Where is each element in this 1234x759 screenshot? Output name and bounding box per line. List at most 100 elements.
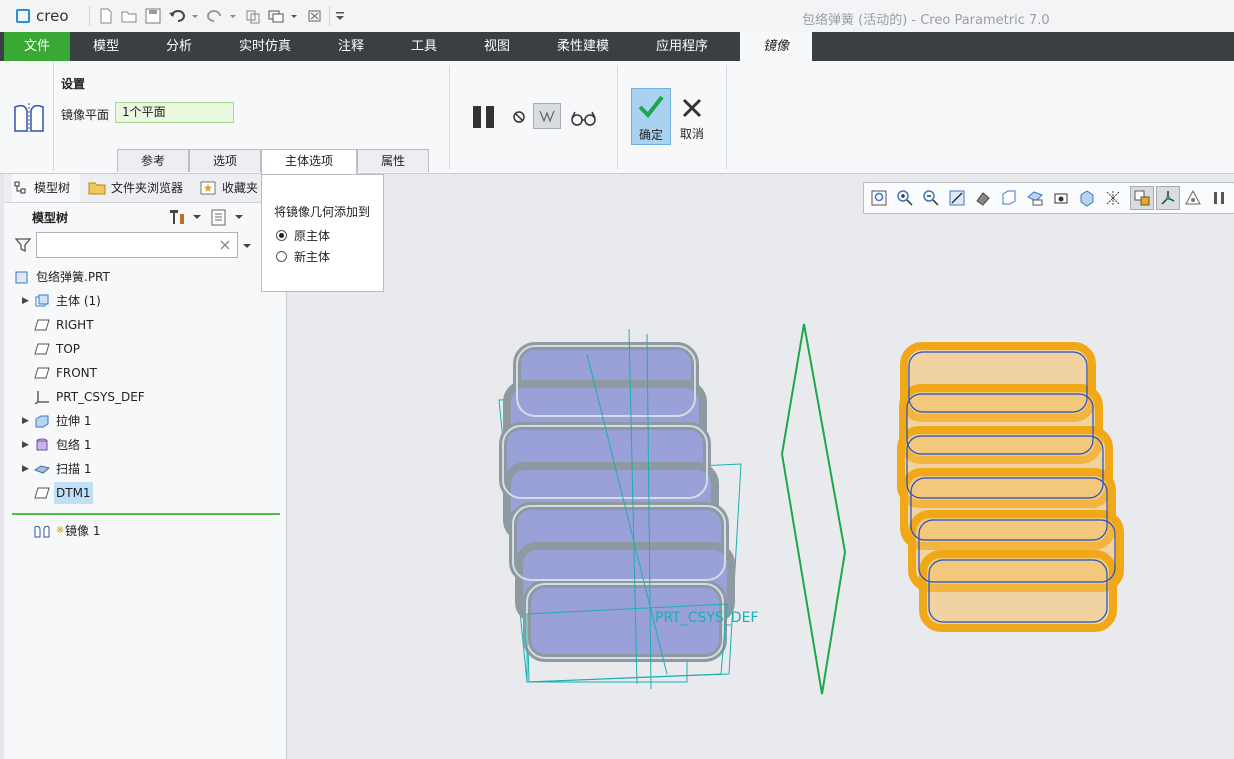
panel-tab-model-tree[interactable]: 模型树 bbox=[12, 174, 80, 202]
new-feature-mark: ※ bbox=[56, 525, 65, 536]
tab-analysis[interactable]: 分析 bbox=[144, 32, 214, 61]
spin-center-icon bbox=[1161, 191, 1175, 205]
mirror-feature-icon bbox=[14, 103, 44, 132]
new-file-icon[interactable] bbox=[97, 8, 115, 24]
subtab-properties[interactable]: 属性 bbox=[357, 149, 429, 172]
verify-glasses-icon[interactable] bbox=[568, 107, 598, 129]
show-dropdown-icon[interactable] bbox=[234, 212, 244, 222]
mirror-plane-collector[interactable]: 1个平面 bbox=[115, 102, 234, 123]
radio-button[interactable] bbox=[276, 230, 287, 241]
ok-label: 确定 bbox=[638, 128, 663, 142]
tab-mirror[interactable]: 镜像 bbox=[740, 32, 812, 61]
windows-dropdown-icon[interactable] bbox=[289, 8, 299, 24]
tree-item-dtm1[interactable]: DTM1 bbox=[4, 482, 274, 504]
zoom-in-icon[interactable] bbox=[896, 189, 914, 207]
body-options-panel: 将镜像几何添加到 原主体 新主体 bbox=[261, 174, 384, 292]
subtab-references[interactable]: 参考 bbox=[117, 149, 189, 172]
no-preview-icon[interactable] bbox=[510, 108, 528, 126]
tab-live-simulation[interactable]: 实时仿真 bbox=[224, 32, 306, 61]
undo-dropdown-icon[interactable] bbox=[190, 8, 200, 24]
annotation-display-toggle[interactable] bbox=[1130, 186, 1154, 210]
settings-section-title: 设置 bbox=[61, 77, 86, 91]
display-style-icon[interactable] bbox=[974, 189, 992, 207]
wrap-icon bbox=[36, 438, 48, 451]
search-dropdown-icon[interactable] bbox=[242, 241, 252, 251]
tree-item-body[interactable]: ▶ 主体 (1) bbox=[4, 290, 274, 312]
preview-toggle[interactable] bbox=[533, 103, 561, 129]
expand-arrow-icon[interactable]: ▶ bbox=[22, 410, 29, 432]
tree-settings-icon[interactable] bbox=[167, 208, 187, 226]
save-icon[interactable] bbox=[144, 8, 162, 24]
tree-item-front[interactable]: FRONT bbox=[4, 362, 274, 384]
undo-icon[interactable] bbox=[168, 8, 186, 24]
tree-search-input[interactable] bbox=[36, 232, 238, 258]
csys-display-toggle[interactable] bbox=[1156, 186, 1180, 210]
app-logo: creo bbox=[36, 7, 69, 25]
radio-new-body[interactable]: 新主体 bbox=[276, 248, 376, 266]
zoom-out-icon[interactable] bbox=[922, 189, 940, 207]
panel-tab-folder-browser[interactable]: 文件夹浏览器 bbox=[86, 174, 190, 202]
regenerate-icon[interactable] bbox=[244, 8, 262, 24]
redo-icon[interactable] bbox=[206, 8, 224, 24]
pause-animation-icon[interactable] bbox=[1210, 189, 1228, 207]
part-icon bbox=[15, 271, 28, 284]
tab-tools[interactable]: 工具 bbox=[392, 32, 456, 61]
tab-annotate[interactable]: 注释 bbox=[318, 32, 384, 61]
creo-logo-icon bbox=[16, 9, 30, 23]
redo-dropdown-icon[interactable] bbox=[228, 8, 238, 24]
show-menu-icon[interactable] bbox=[209, 208, 229, 226]
datum-plane-icon bbox=[34, 319, 50, 331]
body-icon bbox=[35, 294, 49, 307]
sweep-icon bbox=[34, 465, 50, 474]
view-toolbar bbox=[863, 182, 1234, 214]
tree-item-part[interactable]: 包络弹簧.PRT bbox=[4, 266, 274, 288]
tree-item-csys[interactable]: PRT_CSYS_DEF bbox=[4, 386, 274, 408]
refit-icon[interactable] bbox=[870, 189, 888, 207]
cancel-button[interactable]: 取消 bbox=[675, 88, 709, 145]
view-manager-icon[interactable] bbox=[1026, 189, 1044, 207]
close-window-icon[interactable] bbox=[306, 8, 324, 24]
title-bar: creo 包络弹簧 (活动的) - Creo Parametric 7.0 bbox=[0, 0, 1234, 33]
datum-plane-icon bbox=[34, 367, 50, 379]
tree-item-extrude[interactable]: ▶ 拉伸 1 bbox=[4, 410, 274, 432]
section-icon[interactable] bbox=[1078, 189, 1096, 207]
tree-item-wrap[interactable]: ▶ 包络 1 bbox=[4, 434, 274, 456]
window-title: 包络弹簧 (活动的) - Creo Parametric 7.0 bbox=[802, 13, 1050, 28]
saved-orientations-icon[interactable] bbox=[1000, 189, 1018, 207]
graphics-viewport[interactable]: PRT_CSYS_DEF bbox=[287, 174, 1234, 759]
radio-button[interactable] bbox=[276, 251, 287, 262]
datum-display-filters-icon[interactable] bbox=[1104, 189, 1122, 207]
pause-icon[interactable] bbox=[470, 103, 498, 131]
radio-original-body[interactable]: 原主体 bbox=[276, 227, 376, 245]
filter-icon[interactable] bbox=[14, 236, 32, 254]
tree-item-sweep[interactable]: ▶ 扫描 1 bbox=[4, 458, 274, 480]
model-graphics bbox=[498, 323, 1124, 695]
tab-file[interactable]: 文件 bbox=[4, 32, 70, 61]
repaint-icon[interactable] bbox=[948, 189, 966, 207]
folder-icon bbox=[88, 182, 106, 195]
tab-model[interactable]: 模型 bbox=[72, 32, 140, 61]
ribbon: 设置 镜像平面 1个平面 参考 选项 主体选项 属性 确定 取消 bbox=[0, 61, 1234, 174]
tree-item-top[interactable]: TOP bbox=[4, 338, 274, 360]
subtab-body-options[interactable]: 主体选项 bbox=[261, 149, 357, 174]
simulation-display-icon[interactable] bbox=[1184, 189, 1202, 207]
subtab-options[interactable]: 选项 bbox=[189, 149, 261, 172]
tab-view[interactable]: 视图 bbox=[464, 32, 530, 61]
expand-arrow-icon[interactable]: ▶ bbox=[22, 290, 29, 312]
expand-arrow-icon[interactable]: ▶ bbox=[22, 458, 29, 480]
customize-toolbar-icon[interactable] bbox=[334, 8, 346, 24]
model-tree-icon bbox=[14, 181, 26, 194]
mirror-icon bbox=[34, 525, 50, 538]
open-file-icon[interactable] bbox=[120, 8, 138, 24]
expand-arrow-icon[interactable]: ▶ bbox=[22, 434, 29, 456]
clear-search-icon[interactable] bbox=[220, 240, 230, 250]
windows-icon[interactable] bbox=[267, 8, 285, 24]
tree-item-mirror[interactable]: ※ 镜像 1 bbox=[4, 520, 274, 542]
panel-tab-favorites[interactable]: 收藏夹 bbox=[198, 174, 264, 202]
tree-settings-dropdown-icon[interactable] bbox=[192, 212, 202, 222]
tab-applications[interactable]: 应用程序 bbox=[636, 32, 728, 61]
tree-item-right[interactable]: RIGHT bbox=[4, 314, 274, 336]
tab-flexible-modeling[interactable]: 柔性建模 bbox=[540, 32, 626, 61]
perspective-view-icon[interactable] bbox=[1052, 189, 1070, 207]
ok-button[interactable]: 确定 bbox=[631, 88, 671, 145]
